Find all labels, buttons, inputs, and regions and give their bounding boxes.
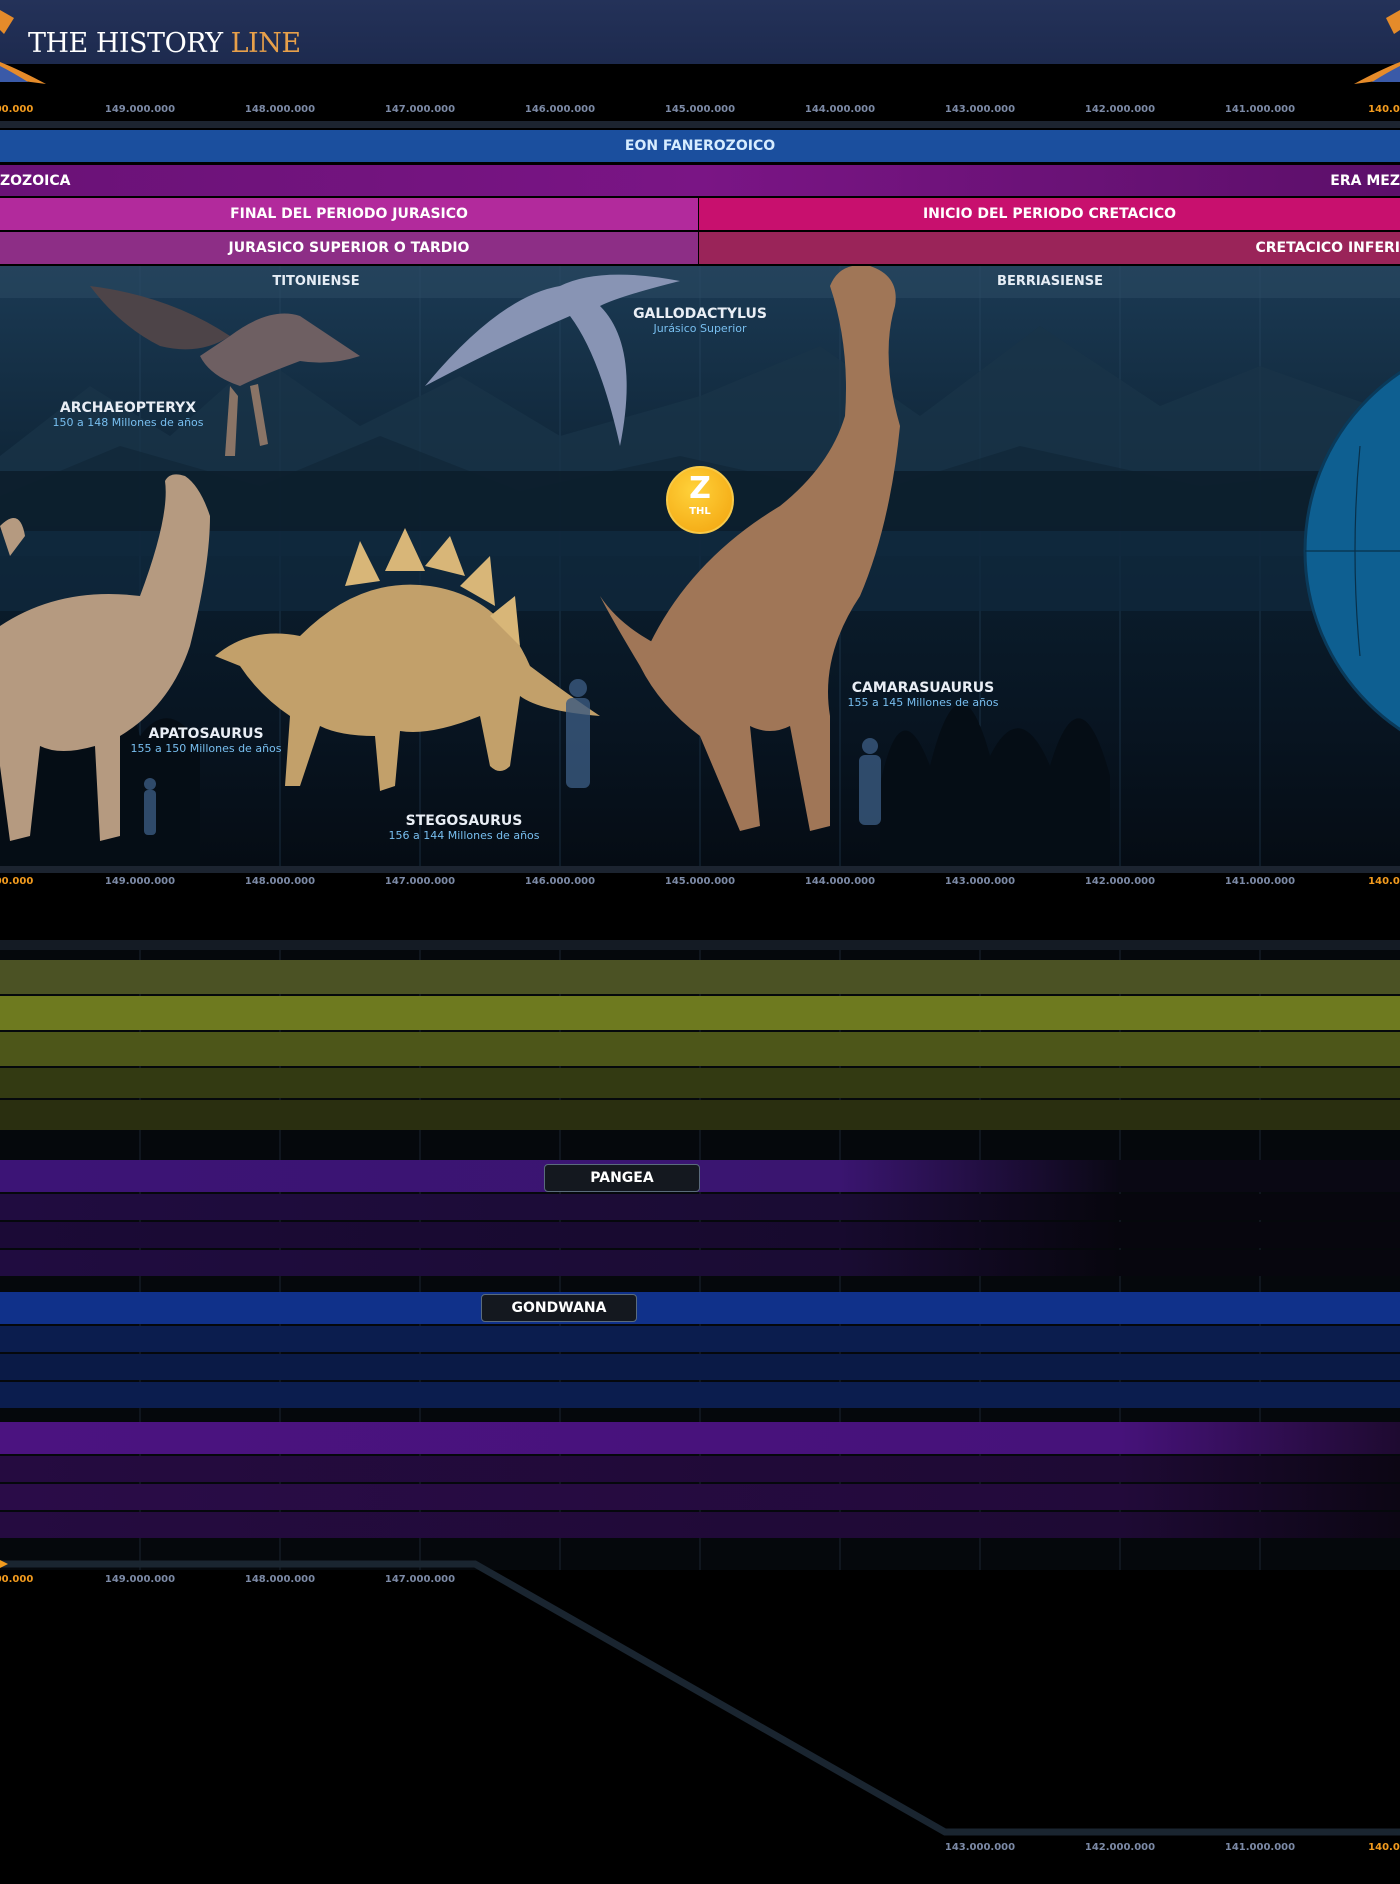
ruler-label: 142.000.000 xyxy=(1084,104,1156,115)
top-ruler[interactable]: 00.000 149.000.000 148.000.000 147.000.0… xyxy=(0,104,1400,118)
creature-caption-gallodactylus[interactable]: GALLODACTYLUS Jurásico Superior xyxy=(633,306,834,335)
timeline-row-olive-4[interactable] xyxy=(0,1068,1400,1098)
ruler-label: 147.000.000 xyxy=(384,104,456,115)
period-band-cretaceous[interactable]: INICIO DEL PERIODO CRETACICO xyxy=(699,198,1400,230)
timeline-row-gondwana-sub-1[interactable] xyxy=(0,1326,1400,1352)
creature-range: 150 a 148 Millones de años xyxy=(52,416,204,429)
era-label-left: ZOZOICA xyxy=(0,173,71,189)
era-band[interactable]: ZOZOICA ERA MEZ xyxy=(0,165,1400,196)
period-label-right: INICIO DEL PERIODO CRETACICO xyxy=(922,206,1177,222)
epoch-band-lower-cretaceous[interactable]: CRETACICO INFERI xyxy=(699,232,1400,264)
lower-panel-axis xyxy=(0,940,1400,950)
epoch-label-right: CRETACICO INFERI xyxy=(1255,240,1400,256)
eon-band[interactable]: EON FANEROZOICO xyxy=(0,130,1400,162)
timeline-row-olive-1[interactable] xyxy=(0,960,1400,994)
timeline-row-pangea-sub-1[interactable] xyxy=(0,1194,1400,1220)
ruler-label: 149.000.000 xyxy=(104,1574,176,1585)
timeline-axis-mid xyxy=(0,866,1400,873)
creature-range: 155 a 145 Millones de años xyxy=(847,696,999,709)
ruler-label: 141.000.000 xyxy=(1224,876,1296,887)
creature-range: 156 a 144 Millones de años xyxy=(388,829,540,842)
logo-main-text: THE HISTORY xyxy=(28,28,231,59)
ruler-label: 143.000.000 xyxy=(944,876,1016,887)
ruler-label: 148.000.000 xyxy=(244,1574,316,1585)
ruler-label: 142.000.000 xyxy=(1084,1842,1156,1853)
creature-name: ARCHAEOPTERYX xyxy=(59,400,197,416)
stage-label-tithonian[interactable]: TITONIENSE xyxy=(272,274,359,289)
app-header: THE HISTORY LINE xyxy=(0,0,1400,84)
bottom-ruler-left[interactable]: 00.000 149.000.000 148.000.000 147.000.0… xyxy=(0,1574,1400,1588)
timeline-row-purple-sub-1[interactable] xyxy=(0,1456,1400,1482)
era-label-right: ERA MEZ xyxy=(1330,173,1400,189)
ruler-label: 148.000.000 xyxy=(244,104,316,115)
ruler-label: 146.000.000 xyxy=(524,876,596,887)
creature-range: 155 a 150 Millones de años xyxy=(130,742,282,755)
timeline-row-olive-5[interactable] xyxy=(0,1100,1400,1130)
ruler-label: 148.000.000 xyxy=(244,876,316,887)
ruler-label: 147.000.000 xyxy=(384,1574,456,1585)
period-label-left: FINAL DEL PERIODO JURASICO xyxy=(230,206,468,222)
stage-label-berriasian[interactable]: BERRIASIENSE xyxy=(997,274,1103,289)
app-logo[interactable]: THE HISTORY LINE xyxy=(28,28,301,59)
ruler-label: 145.000.000 xyxy=(664,104,736,115)
ruler-label: 142.000.000 xyxy=(1084,876,1156,887)
timeline-row-purple[interactable] xyxy=(0,1422,1400,1454)
creature-caption-archaeopteryx[interactable]: ARCHAEOPTERYX 150 a 148 Millones de años xyxy=(53,400,279,429)
timeline-row-pangea-sub-2[interactable] xyxy=(0,1222,1400,1248)
ruler-label: 149.000.000 xyxy=(104,104,176,115)
pangea-tag[interactable]: PANGEA xyxy=(544,1164,700,1192)
ruler-label: 149.000.000 xyxy=(104,876,176,887)
timeline-row-olive-2[interactable] xyxy=(0,996,1400,1030)
creature-name: STEGOSAURUS xyxy=(405,813,523,829)
eon-label: EON FANEROZOICO xyxy=(624,138,776,154)
ruler-left-edge: 00.000 xyxy=(0,1574,34,1585)
timeline-row-purple-sub-2[interactable] xyxy=(0,1484,1400,1510)
timeline-row-gondwana-sub-3[interactable] xyxy=(0,1382,1400,1408)
bottom-ruler-right[interactable]: 143.000.000 142.000.000 141.000.000 140.… xyxy=(0,1842,1400,1856)
mid-ruler[interactable]: 00.000 149.000.000 148.000.000 147.000.0… xyxy=(0,876,1400,890)
creature-name: GALLODACTYLUS xyxy=(633,306,767,322)
creature-range: Jurásico Superior xyxy=(653,322,747,335)
prehistoric-scene: TITONIENSE BERRIASIENSE ARCHAEOPTERYX 15… xyxy=(0,266,1400,866)
ruler-label: 144.000.000 xyxy=(804,104,876,115)
ruler-label: 141.000.000 xyxy=(1224,104,1296,115)
marker-letter: Z xyxy=(689,471,711,506)
ruler-label: 146.000.000 xyxy=(524,104,596,115)
timeline-row-gondwana-sub-2[interactable] xyxy=(0,1354,1400,1380)
ruler-right-edge: 140.0 xyxy=(1368,876,1400,887)
ruler-label: 143.000.000 xyxy=(944,104,1016,115)
period-band-jurassic[interactable]: FINAL DEL PERIODO JURASICO xyxy=(0,198,698,230)
ruler-label: 141.000.000 xyxy=(1224,1842,1296,1853)
ruler-right-edge: 140.0 xyxy=(1368,1842,1400,1853)
hourglass-right-icon xyxy=(1354,10,1400,84)
epoch-label-left: JURASICO SUPERIOR O TARDIO xyxy=(228,240,470,256)
timeline-axis-top xyxy=(0,121,1400,128)
logo-accent-text: LINE xyxy=(230,28,301,59)
timeline-row-pangea-sub-3[interactable] xyxy=(0,1250,1400,1276)
timeline-row-olive-3[interactable] xyxy=(0,1032,1400,1066)
creature-name: CAMARASUAURUS xyxy=(851,680,995,696)
zoom-connector xyxy=(0,1560,1400,1836)
ruler-label: 147.000.000 xyxy=(384,876,456,887)
ruler-label: 144.000.000 xyxy=(804,876,876,887)
ruler-label: 145.000.000 xyxy=(664,876,736,887)
timeline-row-gondwana[interactable] xyxy=(0,1292,1400,1324)
creature-caption-camarasaurus[interactable]: CAMARASUAURUS 155 a 145 Millones de años xyxy=(848,680,1074,709)
timeline-row-purple-sub-3[interactable] xyxy=(0,1512,1400,1538)
creature-caption-apatosaurus[interactable]: APATOSAURUS 155 a 150 Millones de años xyxy=(131,726,357,755)
ruler-right-edge: 140.0 xyxy=(1368,104,1400,115)
gondwana-tag[interactable]: GONDWANA xyxy=(481,1294,637,1322)
ruler-left-edge: 00.000 xyxy=(0,876,34,887)
creature-caption-stegosaurus[interactable]: STEGOSAURUS 156 a 144 Millones de años xyxy=(389,813,615,842)
present-marker-button[interactable]: Z THL xyxy=(666,466,734,534)
epoch-band-upper-jurassic[interactable]: JURASICO SUPERIOR O TARDIO xyxy=(0,232,698,264)
creature-name: APATOSAURUS xyxy=(148,726,264,742)
timeline-row-pangea[interactable] xyxy=(0,1160,1400,1192)
ruler-label: 143.000.000 xyxy=(944,1842,1016,1853)
marker-sub: THL xyxy=(689,506,711,517)
ruler-left-edge: 00.000 xyxy=(0,104,34,115)
scene-illustration xyxy=(0,266,1400,866)
